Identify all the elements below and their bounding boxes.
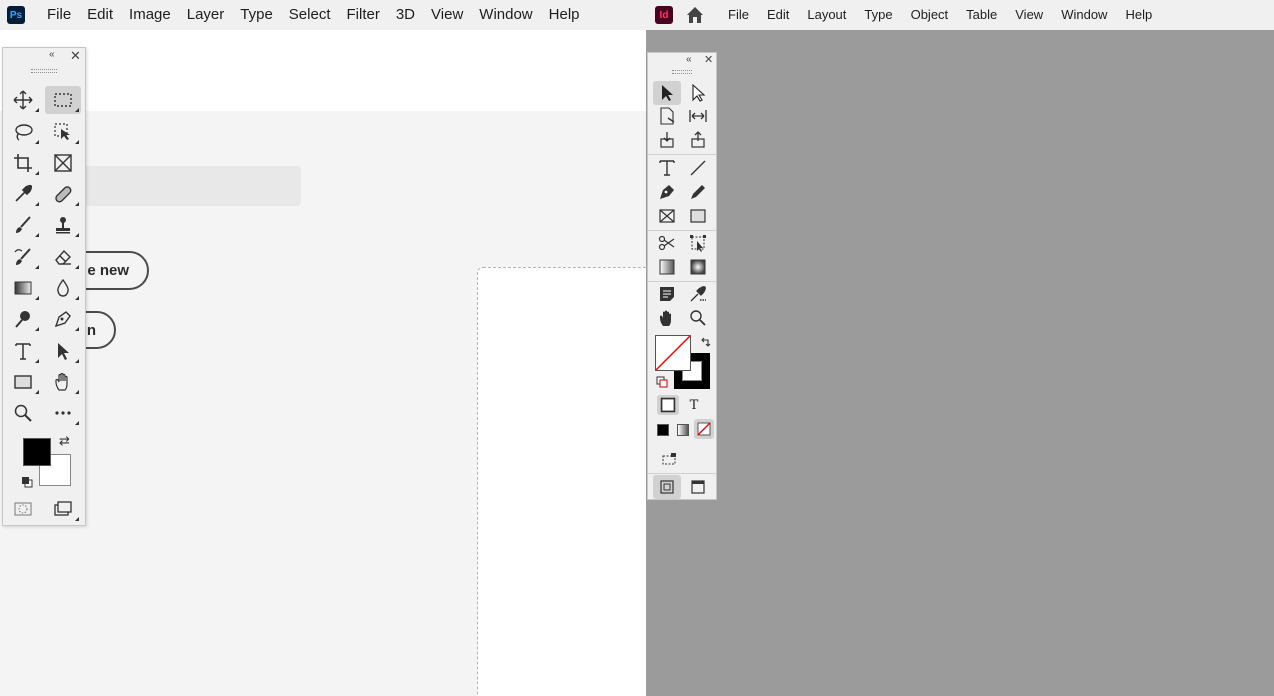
id-menu-type[interactable]: Type	[855, 0, 901, 30]
id-panel-grip[interactable]	[672, 70, 692, 74]
id-scissors-tool-icon[interactable]	[653, 231, 681, 255]
collapse-panel-icon[interactable]: «	[49, 49, 55, 60]
ps-menu-edit[interactable]: Edit	[79, 0, 121, 30]
id-gradient-feather-tool-icon[interactable]	[684, 255, 712, 279]
ps-menu-select[interactable]: Select	[281, 0, 339, 30]
id-menu-window[interactable]: Window	[1052, 0, 1116, 30]
id-rectangle-frame-tool-icon[interactable]	[653, 204, 681, 228]
id-menu-edit[interactable]: Edit	[758, 0, 798, 30]
photoshop-window: Ps File Edit Image Layer Type Select Fil…	[0, 0, 646, 696]
eyedropper-tool-icon[interactable]	[5, 180, 41, 208]
id-screen-mode-preview-icon[interactable]	[655, 447, 683, 471]
id-menu-layout[interactable]: Layout	[798, 0, 855, 30]
history-brush-tool-icon[interactable]	[5, 243, 41, 271]
pen-tool-icon[interactable]	[45, 305, 81, 333]
close-panel-icon[interactable]: ✕	[70, 48, 81, 64]
id-tool-separator	[648, 154, 716, 155]
id-apply-none-icon[interactable]	[694, 419, 714, 439]
id-default-fill-stroke-icon[interactable]	[656, 375, 668, 388]
ps-menu-view[interactable]: View	[423, 0, 471, 30]
clone-stamp-tool-icon[interactable]	[45, 211, 81, 239]
rectangle-tool-icon[interactable]	[5, 368, 41, 396]
brush-tool-icon[interactable]	[5, 211, 41, 239]
default-colors-icon[interactable]	[21, 475, 33, 488]
ps-menu-file[interactable]: File	[39, 0, 79, 30]
rectangular-marquee-tool-icon[interactable]	[45, 86, 81, 114]
spot-healing-brush-tool-icon[interactable]	[45, 180, 81, 208]
dodge-tool-icon[interactable]	[5, 305, 41, 333]
eraser-tool-icon[interactable]	[45, 243, 81, 271]
id-screen-mode-icon[interactable]	[684, 475, 712, 499]
blur-tool-icon[interactable]	[45, 274, 81, 302]
id-fill-swatch[interactable]	[655, 335, 691, 371]
id-content-placer-tool-icon[interactable]	[684, 128, 712, 152]
path-selection-tool-icon[interactable]	[45, 337, 81, 365]
ps-tools-panel: « ✕ ⇄	[2, 47, 86, 526]
id-tool-separator	[648, 473, 716, 474]
id-color-theme-tool-icon[interactable]	[684, 282, 712, 306]
zoom-tool-icon[interactable]	[5, 399, 41, 427]
id-apply-gradient-icon[interactable]	[677, 424, 689, 436]
ps-recent-file-card[interactable]	[477, 267, 646, 696]
id-tools-panel-header[interactable]: « ✕	[648, 53, 716, 69]
home-icon[interactable]	[683, 3, 707, 27]
id-free-transform-tool-icon[interactable]	[684, 231, 712, 255]
hand-tool-icon[interactable]	[45, 368, 81, 396]
id-type-tool-icon[interactable]	[653, 156, 681, 180]
quick-mask-mode-icon[interactable]	[5, 495, 41, 523]
id-menu-file[interactable]: File	[719, 0, 758, 30]
id-pen-tool-icon[interactable]	[653, 180, 681, 204]
ps-menu-image[interactable]: Image	[121, 0, 179, 30]
id-formatting-affects-container-icon[interactable]	[657, 395, 679, 415]
id-rectangle-tool-icon[interactable]	[684, 204, 712, 228]
id-gradient-swatch-tool-icon[interactable]	[653, 255, 681, 279]
ps-menu-help[interactable]: Help	[541, 0, 588, 30]
ps-menubar: Ps File Edit Image Layer Type Select Fil…	[0, 0, 646, 30]
ps-menu-filter[interactable]: Filter	[339, 0, 388, 30]
ps-home-header	[0, 30, 646, 111]
screen-mode-icon[interactable]	[45, 495, 81, 523]
id-tools-panel: « ✕ T	[647, 52, 717, 500]
id-line-tool-icon[interactable]	[684, 156, 712, 180]
id-collapse-panel-icon[interactable]: «	[686, 54, 692, 65]
id-zoom-tool-icon[interactable]	[684, 306, 712, 330]
swap-colors-icon[interactable]: ⇄	[59, 433, 70, 449]
id-menu-help[interactable]: Help	[1116, 0, 1161, 30]
ps-menu-3d[interactable]: 3D	[388, 0, 423, 30]
id-note-tool-icon[interactable]	[653, 282, 681, 306]
id-menu-view[interactable]: View	[1006, 0, 1052, 30]
id-menubar: Id File Edit Layout Type Object Table Vi…	[646, 0, 1274, 30]
frame-tool-icon[interactable]	[45, 149, 81, 177]
ps-menu-layer[interactable]: Layer	[179, 0, 233, 30]
id-menu-table[interactable]: Table	[957, 0, 1006, 30]
id-swap-fill-stroke-icon[interactable]	[700, 335, 712, 347]
edit-toolbar-icon[interactable]	[45, 399, 81, 427]
crop-tool-icon[interactable]	[5, 149, 41, 177]
id-hand-tool-icon[interactable]	[653, 306, 681, 330]
ps-menu-window[interactable]: Window	[471, 0, 540, 30]
id-menu-object[interactable]: Object	[902, 0, 958, 30]
id-selection-tool-icon[interactable]	[653, 81, 681, 105]
id-gap-tool-icon[interactable]	[684, 104, 712, 128]
foreground-color-swatch[interactable]	[23, 438, 51, 466]
gradient-tool-icon[interactable]	[5, 274, 41, 302]
id-formatting-affects-text-icon[interactable]: T	[683, 395, 705, 415]
id-content-collector-tool-icon[interactable]	[653, 128, 681, 152]
ps-tools-panel-header[interactable]: « ✕	[3, 48, 85, 64]
id-pencil-tool-icon[interactable]	[684, 180, 712, 204]
type-tool-icon[interactable]	[5, 337, 41, 365]
panel-grip[interactable]	[31, 69, 57, 73]
id-close-panel-icon[interactable]: ✕	[704, 53, 713, 66]
id-direct-selection-tool-icon[interactable]	[684, 81, 712, 105]
ps-menu-type[interactable]: Type	[232, 0, 281, 30]
lasso-tool-icon[interactable]	[5, 118, 41, 146]
id-normal-view-mode-icon[interactable]	[653, 475, 681, 499]
id-apply-color-icon[interactable]	[657, 424, 669, 436]
move-tool-icon[interactable]	[5, 86, 41, 114]
object-selection-tool-icon[interactable]	[45, 118, 81, 146]
id-page-tool-icon[interactable]	[653, 104, 681, 128]
indesign-window: Id File Edit Layout Type Object Table Vi…	[646, 0, 1274, 696]
photoshop-logo-icon: Ps	[7, 6, 25, 24]
indesign-logo-icon: Id	[655, 6, 673, 24]
